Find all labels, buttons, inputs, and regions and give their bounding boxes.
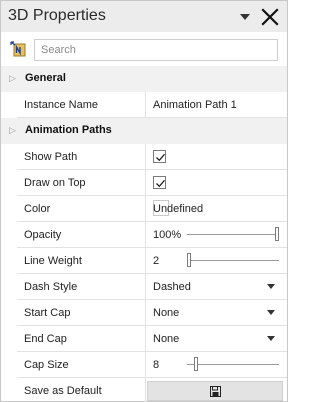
category-general-label: General	[25, 72, 66, 84]
property-row-save-as-default: Save as Default	[17, 378, 287, 402]
instance-name-label: Instance Name	[24, 99, 98, 111]
show-path-label: Show Path	[24, 151, 78, 163]
cap-size-slider[interactable]	[187, 352, 279, 378]
slider-track	[187, 364, 279, 365]
line-weight-value[interactable]: 2	[153, 255, 159, 267]
sort-alphabetical-icon[interactable]	[10, 41, 26, 57]
property-row-color: Color Undefined	[17, 196, 287, 222]
instance-name-value[interactable]: Animation Path 1	[153, 99, 237, 111]
property-row-line-weight: Line Weight 2	[17, 248, 287, 274]
category-general[interactable]: ▷ General	[1, 66, 287, 92]
panel-title: 3D Properties	[8, 7, 106, 24]
start-cap-dropdown[interactable]: None	[145, 300, 287, 326]
property-row-start-cap: Start Cap None	[17, 300, 287, 326]
panel-menu-chevron-down-icon[interactable]	[237, 9, 253, 25]
collapse-triangle-icon[interactable]: ▷	[9, 125, 16, 136]
dropdown-arrow-icon	[267, 310, 275, 315]
color-label: Color	[24, 203, 51, 215]
cap-size-value[interactable]: 8	[153, 359, 159, 371]
dropdown-arrow-icon	[267, 284, 275, 289]
column-divider	[145, 248, 146, 274]
column-divider	[145, 196, 146, 222]
column-divider	[145, 352, 146, 378]
collapse-triangle-icon[interactable]: ▷	[9, 73, 16, 84]
save-as-default-button[interactable]	[147, 381, 283, 401]
start-cap-label: Start Cap	[24, 307, 71, 319]
show-path-checkbox[interactable]	[153, 150, 166, 163]
property-row-draw-on-top: Draw on Top	[17, 170, 287, 196]
dash-style-label: Dash Style	[24, 281, 78, 293]
line-weight-label: Line Weight	[24, 255, 82, 267]
property-row-cap-size: Cap Size 8	[17, 352, 287, 378]
line-weight-slider[interactable]	[187, 248, 279, 274]
column-divider	[145, 144, 146, 170]
close-icon[interactable]	[260, 7, 280, 27]
slider-thumb[interactable]	[194, 357, 198, 371]
slider-thumb[interactable]	[275, 227, 279, 241]
property-row-dash-style: Dash Style Dashed	[17, 274, 287, 300]
property-row-opacity: Opacity 100%	[17, 222, 287, 248]
category-animation-paths-label: Animation Paths	[25, 124, 112, 136]
panel-toolbar	[1, 32, 287, 64]
draw-on-top-checkbox[interactable]	[153, 176, 166, 189]
slider-track	[187, 234, 279, 235]
end-cap-value: None	[153, 333, 180, 345]
opacity-label: Opacity	[24, 229, 62, 241]
slider-thumb[interactable]	[187, 253, 191, 267]
opacity-slider[interactable]	[187, 222, 279, 248]
cap-size-label: Cap Size	[24, 359, 69, 371]
checkmark-icon	[156, 179, 165, 188]
property-row-show-path: Show Path	[17, 144, 287, 170]
search-input[interactable]	[34, 39, 278, 61]
column-divider	[145, 170, 146, 196]
start-cap-value: None	[153, 307, 180, 319]
dash-style-value: Dashed	[153, 281, 191, 293]
end-cap-label: End Cap	[24, 333, 67, 345]
checkmark-icon	[156, 153, 165, 162]
property-row-end-cap: End Cap None	[17, 326, 287, 352]
slider-track	[187, 260, 279, 261]
column-divider	[145, 222, 146, 248]
property-row-instance-name: Instance Name Animation Path 1	[17, 92, 287, 118]
draw-on-top-label: Draw on Top	[24, 177, 86, 189]
end-cap-dropdown[interactable]: None	[145, 326, 287, 352]
dropdown-arrow-icon	[267, 336, 275, 341]
properties-panel: 3D Properties ▷ General Instance Name An…	[0, 0, 288, 402]
opacity-value[interactable]: 100%	[153, 229, 181, 241]
panel-title-bar: 3D Properties	[1, 1, 287, 32]
save-icon	[209, 385, 221, 397]
category-animation-paths[interactable]: ▷ Animation Paths	[1, 118, 287, 144]
dash-style-dropdown[interactable]: Dashed	[145, 274, 287, 300]
save-as-default-label: Save as Default	[24, 385, 102, 397]
column-divider	[145, 92, 146, 118]
column-divider	[145, 378, 146, 402]
color-value[interactable]: Undefined	[153, 203, 203, 215]
